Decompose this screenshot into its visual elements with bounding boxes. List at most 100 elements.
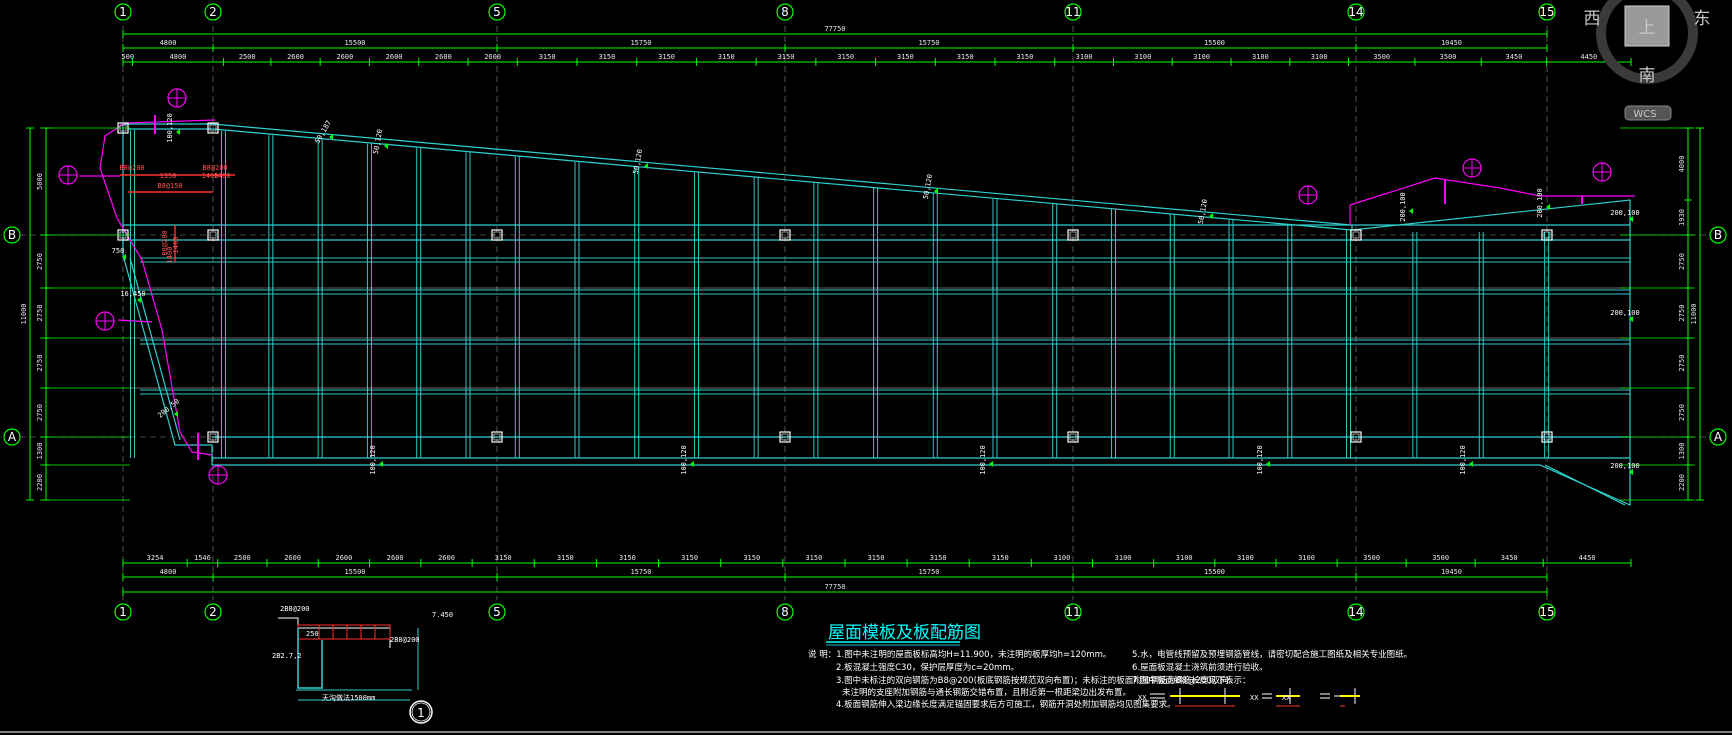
bottom-overall-label-0: 77750 bbox=[824, 583, 845, 591]
slab-tag-6: 200,100 bbox=[1399, 192, 1407, 222]
top-spans-label-15: 3150 bbox=[957, 53, 974, 61]
bottom-groups-label-5: 10450 bbox=[1441, 568, 1462, 576]
drawing-title: 屋面模板及板配筋图 bbox=[828, 623, 981, 643]
axis-label-1-top: 1 bbox=[119, 5, 127, 19]
top-spans-label-16: 3150 bbox=[1016, 53, 1033, 61]
top-spans-label-17: 3100 bbox=[1076, 53, 1093, 61]
left-dims-label-0: 5000 bbox=[36, 173, 44, 190]
top-groups-label-3: 15750 bbox=[918, 39, 939, 47]
bottom-spans-label-3: 2600 bbox=[284, 554, 301, 562]
top-spans-label-0: 500 bbox=[121, 53, 134, 61]
axis-label-5-bottom: 5 bbox=[493, 605, 501, 619]
axis-label-1-bottom: 1 bbox=[119, 605, 127, 619]
rebar-tag-8: 1400 bbox=[166, 247, 174, 264]
slab-tag-13: 100,120 bbox=[1256, 445, 1264, 475]
top-groups-label-2: 15750 bbox=[630, 39, 651, 47]
right-dims-label-5: 2750 bbox=[1678, 404, 1686, 421]
top-spans-label-9: 3150 bbox=[598, 53, 615, 61]
section-rebar-right: 2B8@200 bbox=[390, 636, 420, 644]
view-cube-east[interactable]: 东 bbox=[1694, 9, 1711, 29]
bottom-spans-label-15: 3150 bbox=[992, 554, 1009, 562]
rebar-tag-0: B8@200 bbox=[119, 164, 144, 172]
note-line-8: 7.图中板面钢筋长度见下表示： bbox=[1132, 675, 1251, 686]
slab-tag-11: 100,120 bbox=[680, 445, 688, 475]
left-dims-label-1: 2750 bbox=[36, 253, 44, 270]
note-line-4: 未注明的支座附加钢筋与通长钢筋交错布置，且附近第一根距梁边出发布置。 bbox=[842, 687, 1131, 698]
bottom-spans-label-20: 3100 bbox=[1298, 554, 1315, 562]
svg-text:XX: XX bbox=[1138, 694, 1147, 702]
bottom-spans-label-10: 3150 bbox=[681, 554, 698, 562]
bottom-spans-label-22: 3500 bbox=[1432, 554, 1449, 562]
bottom-groups-label-3: 15750 bbox=[918, 568, 939, 576]
top-groups-label-4: 15500 bbox=[1204, 39, 1225, 47]
right-dims-label-0: 4000 bbox=[1678, 156, 1686, 173]
bottom-groups-label-2: 15750 bbox=[630, 568, 651, 576]
top-spans-label-7: 2600 bbox=[484, 53, 501, 61]
slab-tag-16: 16,450 bbox=[120, 290, 145, 298]
view-cube-south[interactable]: 南 bbox=[1639, 66, 1656, 86]
bottom-groups-label-4: 15500 bbox=[1204, 568, 1225, 576]
section-label: 1 bbox=[417, 706, 425, 720]
bottom-spans-label-13: 3150 bbox=[868, 554, 885, 562]
axis-label-2-bottom: 2 bbox=[209, 605, 217, 619]
axis-label-B-right: B bbox=[1714, 228, 1722, 242]
slab-tag-0: 100,120 bbox=[166, 113, 174, 143]
axis-label-11-bottom: 11 bbox=[1065, 605, 1080, 619]
note-line-1: 说 明：1.图中未注明的屋面板标高均H=11.900，未注明的板厚均h=120m… bbox=[808, 649, 1111, 660]
left-dims-label-4: 2750 bbox=[36, 404, 44, 421]
top-groups-label-0: 4800 bbox=[160, 39, 177, 47]
bottom-spans-label-17: 3100 bbox=[1115, 554, 1132, 562]
top-spans-label-13: 3150 bbox=[837, 53, 854, 61]
axis-label-8-bottom: 8 bbox=[781, 605, 789, 619]
left-dims-label-3: 2750 bbox=[36, 355, 44, 372]
section-bottom-note: 天沟做法1500mm bbox=[322, 693, 375, 702]
top-overall-label-0: 77750 bbox=[824, 25, 845, 33]
right-dims-label-6: 1300 bbox=[1678, 443, 1686, 460]
view-cube-top[interactable]: 上 bbox=[1639, 18, 1656, 38]
right-dims-label-7: 2200 bbox=[1678, 474, 1686, 491]
bottom-spans-label-0: 3254 bbox=[147, 554, 164, 562]
top-spans-label-20: 3100 bbox=[1252, 53, 1269, 61]
wcs-label[interactable]: WCS bbox=[1633, 109, 1656, 120]
top-spans-label-1: 4800 bbox=[170, 53, 187, 61]
bottom-spans-label-23: 3450 bbox=[1501, 554, 1518, 562]
left-dims-label-2: 2750 bbox=[36, 305, 44, 322]
slab-tag-10: 100,120 bbox=[369, 445, 377, 475]
top-spans-label-23: 3500 bbox=[1440, 53, 1457, 61]
top-spans-label-6: 2600 bbox=[435, 53, 452, 61]
view-cube-west[interactable]: 西 bbox=[1584, 9, 1601, 29]
note-line-7: 6.屋面板混凝土浇筑前须进行验收。 bbox=[1132, 662, 1268, 673]
axis-label-15-bottom: 15 bbox=[1539, 605, 1554, 619]
section-dim-250: 250 bbox=[306, 630, 319, 638]
axis-label-5-top: 5 bbox=[493, 5, 501, 19]
axis-label-A-left: A bbox=[8, 430, 17, 444]
bottom-spans-label-19: 3100 bbox=[1237, 554, 1254, 562]
slab-tag-8: 200,100 bbox=[1610, 209, 1640, 217]
top-spans-label-21: 3100 bbox=[1311, 53, 1328, 61]
bottom-groups-label-0: 4800 bbox=[160, 568, 177, 576]
rebar-tag-1: B8@200 bbox=[202, 164, 227, 172]
note-line-2: 2.板混凝土强度C30，保护层厚度为c=20mm。 bbox=[836, 662, 1019, 673]
section-elevation: 7.450 bbox=[432, 611, 453, 619]
axis-label-B-left: B bbox=[8, 228, 16, 242]
top-spans-label-10: 3150 bbox=[658, 53, 675, 61]
right-total-label-0: 11000 bbox=[1690, 303, 1698, 324]
bottom-spans-label-4: 2600 bbox=[335, 554, 352, 562]
axis-label-11-top: 11 bbox=[1065, 5, 1080, 19]
bottom-spans-label-21: 3500 bbox=[1363, 554, 1380, 562]
svg-text:XX: XX bbox=[1250, 694, 1259, 702]
bottom-groups-label-1: 15500 bbox=[344, 568, 365, 576]
axis-label-14-top: 14 bbox=[1348, 5, 1363, 19]
axis-label-A-right: A bbox=[1714, 430, 1723, 444]
axis-label-15-top: 15 bbox=[1539, 5, 1554, 19]
right-dims-label-1: 1930 bbox=[1678, 209, 1686, 226]
bottom-spans-label-6: 2600 bbox=[438, 554, 455, 562]
slab-tag-14: 100,120 bbox=[1459, 445, 1467, 475]
axis-label-2-top: 2 bbox=[209, 5, 217, 19]
top-spans-label-5: 2600 bbox=[386, 53, 403, 61]
top-spans-label-18: 3100 bbox=[1134, 53, 1151, 61]
axis-label-8-top: 8 bbox=[781, 5, 789, 19]
section-left-elev: 2B2.7,2 bbox=[272, 652, 302, 660]
bottom-spans-label-1: 1546 bbox=[194, 554, 211, 562]
cad-drawing: 11225588111114141515B BA A 777504800 15500 1… bbox=[0, 0, 1732, 735]
